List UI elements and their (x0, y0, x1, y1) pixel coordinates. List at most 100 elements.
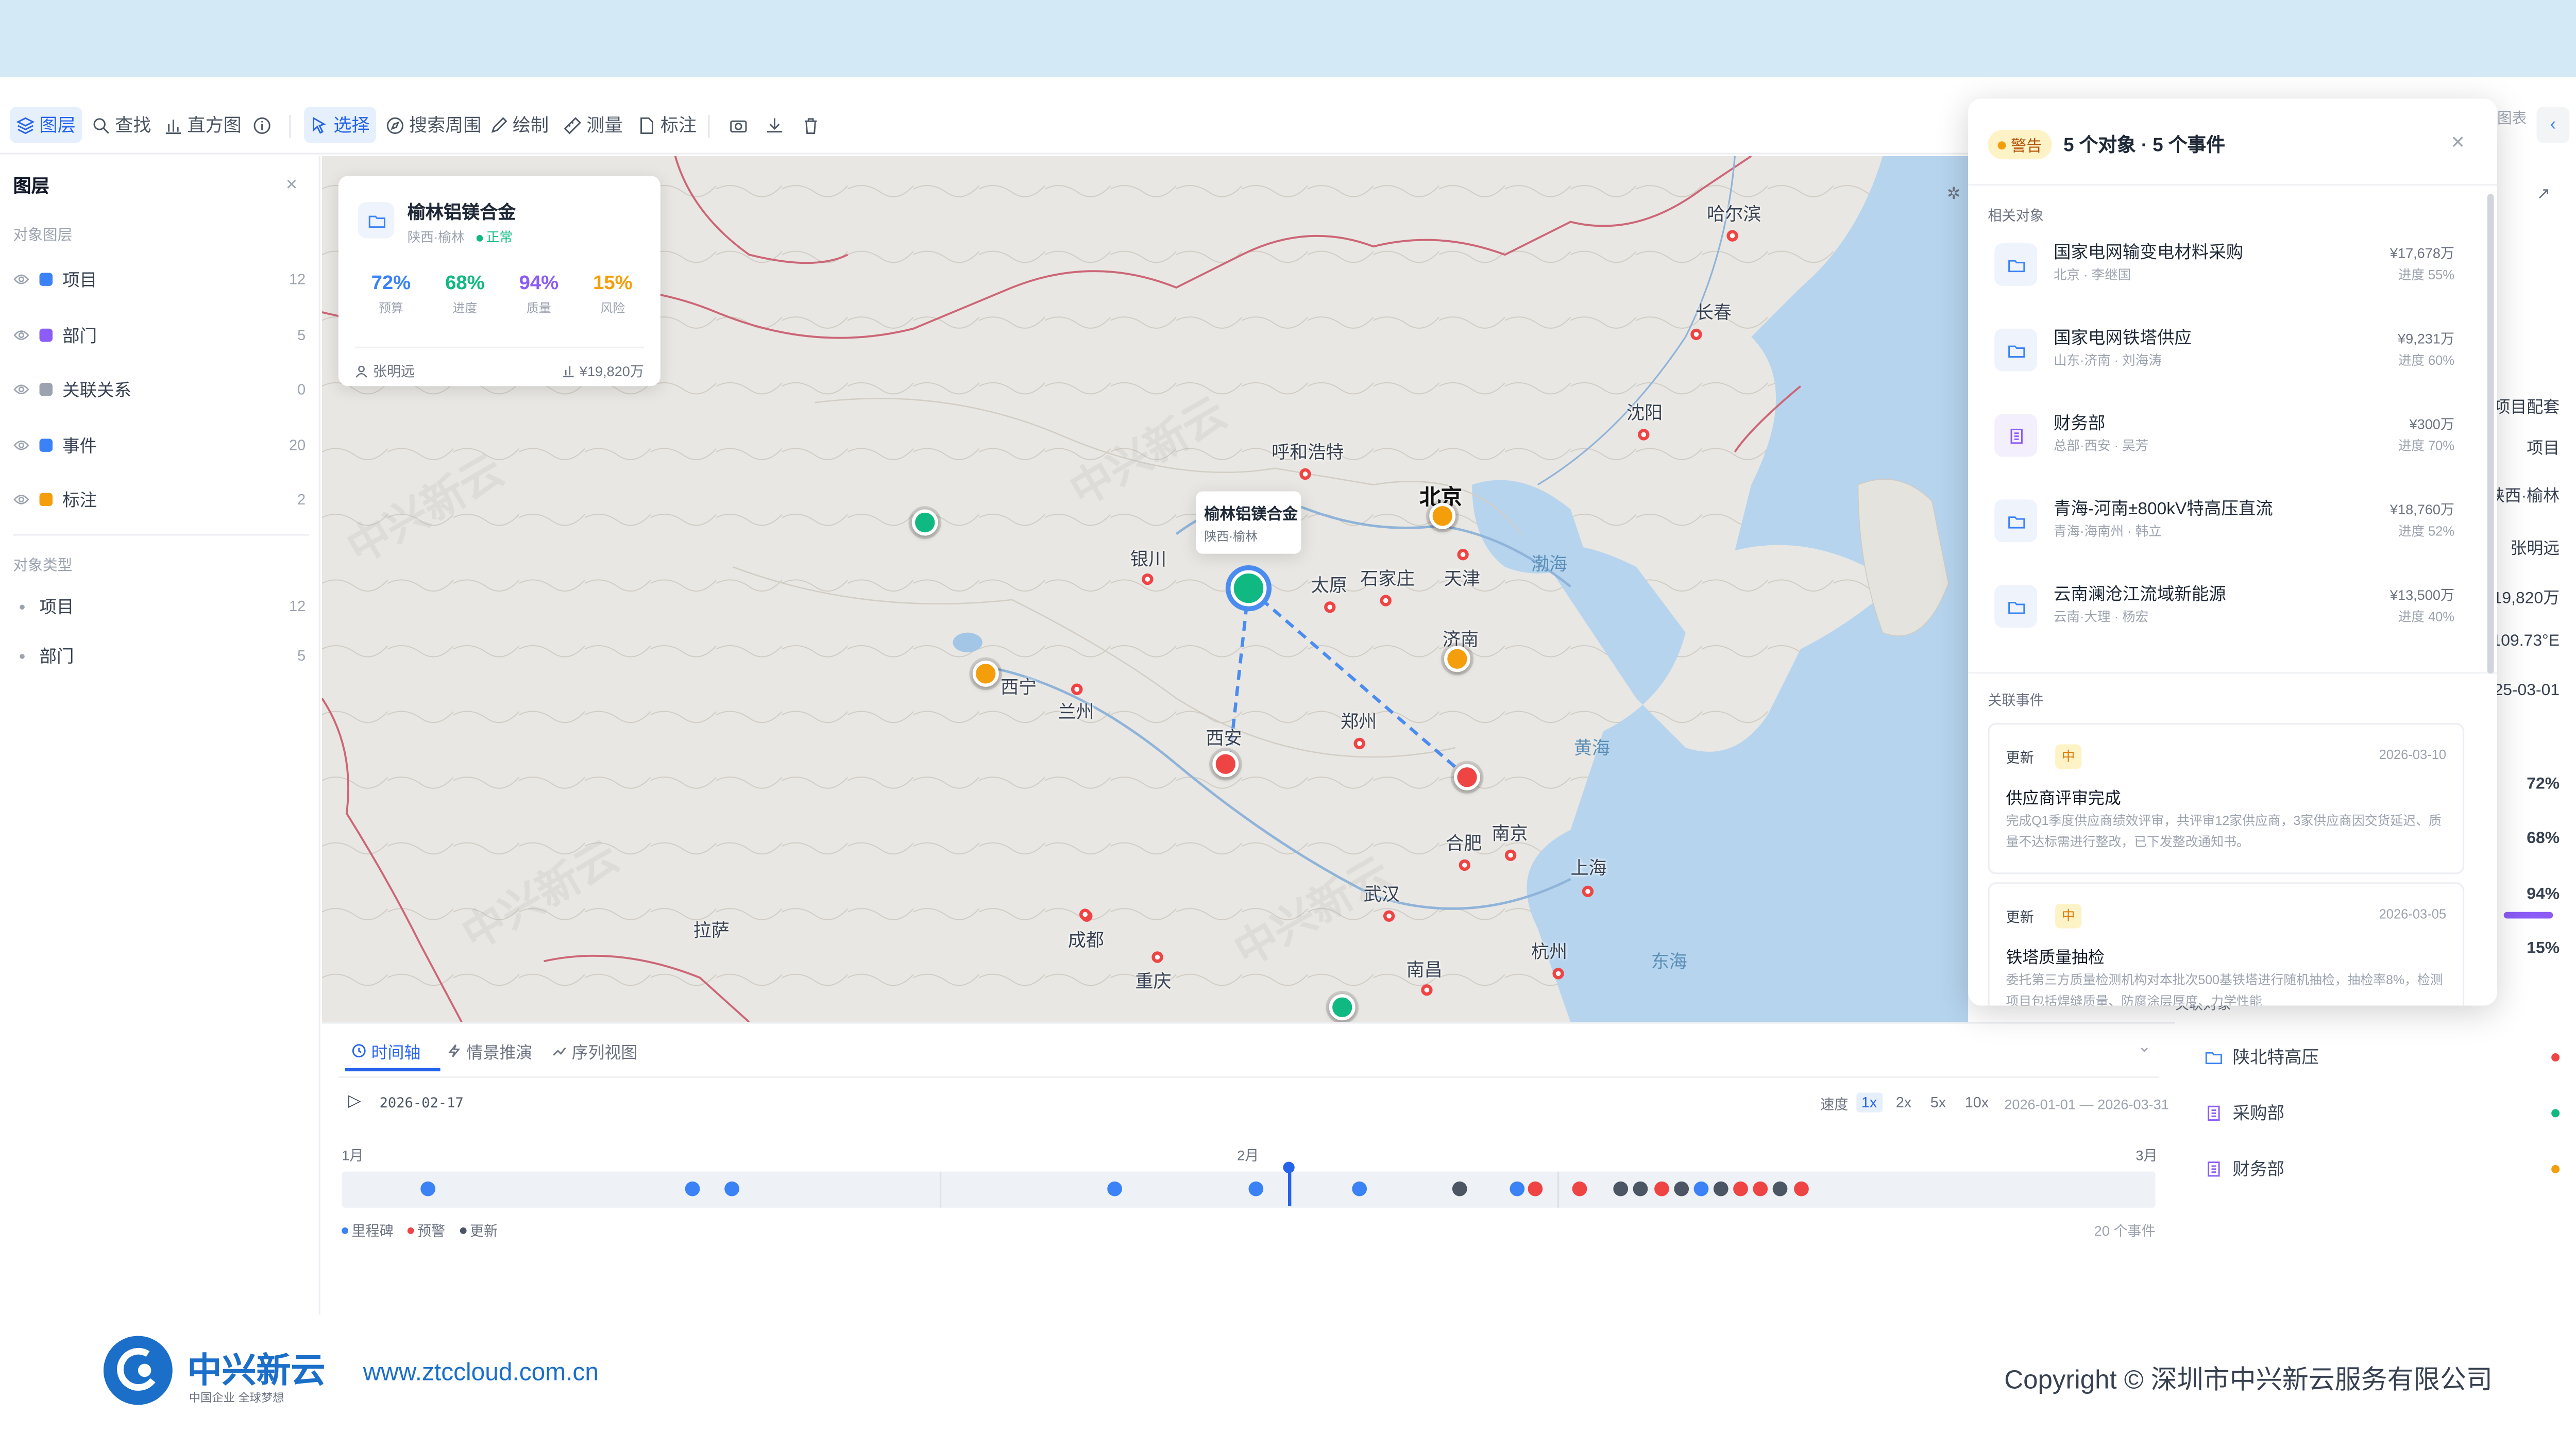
search-around-button[interactable]: 搜索周围 (380, 107, 488, 143)
timeline-event-dot[interactable] (1108, 1181, 1123, 1197)
histogram-tool-button[interactable]: 直方图 (158, 107, 248, 143)
timeline-event-dot[interactable] (685, 1181, 700, 1197)
chevron-down-icon[interactable]: ⌄ (2138, 1038, 2151, 1056)
project-marker[interactable] (1212, 751, 1239, 778)
timeline-event-dot[interactable] (1528, 1181, 1544, 1197)
speed-option-5x[interactable]: 5x (1925, 1093, 1951, 1113)
eye-icon[interactable] (13, 327, 30, 344)
speed-option-10x[interactable]: 10x (1960, 1093, 1993, 1113)
info-button[interactable] (246, 107, 278, 143)
timeline-event-dot[interactable] (1793, 1181, 1808, 1197)
related-object-item[interactable]: 国家电网输变电材料采购 北京 · 李继国 ¥17,678万 进度 55% (1988, 227, 2467, 302)
tab-scenario[interactable]: 情景推演 (447, 1038, 532, 1063)
expand-icon[interactable]: ↗ (2536, 186, 2550, 204)
city-marker[interactable] (1457, 549, 1469, 561)
related-object-item[interactable]: 青海-河南±800kV特高压直流 青海·海南州 · 韩立 ¥18,760万 进度… (1988, 483, 2467, 559)
city-marker[interactable] (1582, 885, 1594, 898)
screenshot-button[interactable] (723, 107, 754, 143)
layer-row-3[interactable]: 事件 20 (13, 430, 306, 460)
project-card[interactable]: 榆林铝镁合金 陕西·榆林 正常 72% 预算 68% 进度 94% 质量 15%… (338, 176, 660, 386)
related-object-item[interactable]: 云南澜沧江流域新能源 云南·大理 · 杨宏 ¥13,500万 进度 40% (1988, 568, 2467, 644)
timeline-event-dot[interactable] (1753, 1181, 1769, 1197)
speed-option-2x[interactable]: 2x (1891, 1093, 1916, 1113)
city-marker[interactable] (1142, 573, 1154, 585)
delete-button[interactable] (795, 107, 826, 143)
sidebar-close-icon[interactable]: × (286, 173, 297, 196)
timeline-event-dot[interactable] (1634, 1181, 1649, 1197)
project-marker[interactable] (972, 660, 999, 687)
city-marker[interactable] (1552, 968, 1564, 980)
timeline-event-dot[interactable] (1733, 1181, 1749, 1197)
project-marker[interactable] (1454, 764, 1481, 790)
timeline-event-dot[interactable] (1773, 1181, 1788, 1197)
project-marker[interactable] (911, 509, 938, 536)
timeline-event-dot[interactable] (1653, 1181, 1669, 1197)
city-marker[interactable] (1324, 601, 1336, 613)
close-icon[interactable]: × (2451, 128, 2465, 155)
play-icon[interactable]: ▷ (348, 1093, 361, 1111)
city-marker[interactable] (1504, 849, 1517, 861)
timeline-event-dot[interactable] (1249, 1181, 1264, 1197)
city-marker[interactable] (1380, 595, 1392, 606)
city-marker[interactable] (1726, 230, 1738, 242)
timeline-event-dot[interactable] (1572, 1181, 1587, 1197)
annotate-tool-button[interactable]: 标注 (631, 107, 703, 143)
related-object-row[interactable]: 财务部 (2205, 1152, 2560, 1185)
timeline-event-dot[interactable] (1713, 1181, 1728, 1197)
city-marker[interactable] (1459, 859, 1470, 871)
popup-scrollbar[interactable] (2487, 194, 2494, 674)
city-marker[interactable] (1690, 328, 1702, 341)
eye-icon[interactable] (13, 437, 30, 453)
select-tool-button[interactable]: 选择 (303, 107, 377, 143)
speed-option-1x[interactable]: 1x (1856, 1092, 1882, 1113)
collapse-panel-button[interactable]: ‹ (2536, 107, 2570, 143)
tab-timeline[interactable]: 时间轴 (351, 1038, 420, 1063)
timeline-event-dot[interactable] (1614, 1181, 1629, 1197)
timeline-track[interactable] (342, 1161, 2156, 1208)
timeline-event-dot[interactable] (1693, 1181, 1708, 1197)
object-type-row-1[interactable]: 部门 5 (13, 641, 306, 670)
related-object-row[interactable]: 陕北特高压 (2205, 1040, 2560, 1073)
city-marker[interactable] (1299, 468, 1311, 480)
draw-tool-button[interactable]: 绘制 (483, 107, 555, 143)
related-object-item[interactable]: 国家电网铁塔供应 山东·济南 · 刘海涛 ¥9,231万 进度 60% (1988, 312, 2467, 388)
playhead-handle[interactable] (1283, 1161, 1295, 1173)
timeline-event-dot[interactable] (725, 1181, 740, 1197)
layer-row-0[interactable]: 项目 12 (13, 264, 306, 294)
related-object-item[interactable]: 财务部 总部·西安 · 吴芳 ¥300万 进度 70% (1988, 398, 2467, 474)
download-button[interactable] (759, 107, 790, 143)
search-tool-button[interactable]: 查找 (86, 107, 158, 143)
timeline-event-dot[interactable] (1452, 1181, 1467, 1197)
city-marker[interactable] (1638, 429, 1650, 441)
layers-tool-button[interactable]: 图层 (10, 107, 82, 143)
timeline-event-dot[interactable] (1352, 1181, 1368, 1197)
map-settings-icon[interactable]: ✲ (1947, 186, 1961, 204)
city-marker[interactable] (1079, 908, 1091, 920)
city-marker[interactable] (1151, 951, 1163, 963)
event-card[interactable]: 更新 中 2026-03-10 供应商评审完成 完成Q1季度供应商绩效评审，共评… (1988, 723, 2465, 874)
city-marker[interactable] (1421, 984, 1433, 996)
tab-sequence[interactable]: 序列视图 (552, 1038, 637, 1063)
project-marker[interactable] (1444, 646, 1470, 672)
object-type-row-0[interactable]: 项目 12 (13, 592, 306, 621)
timeline-event-dot[interactable] (420, 1181, 435, 1197)
layer-row-4[interactable]: 标注 2 (13, 485, 306, 514)
related-object-row[interactable]: 采购部 (2205, 1096, 2560, 1129)
eye-icon[interactable] (13, 491, 30, 508)
selected-project-marker[interactable] (1230, 570, 1267, 606)
layer-row-2[interactable]: 关联关系 0 (13, 375, 306, 404)
event-card[interactable]: 更新 中 2026-03-05 铁塔质量抽检 委托第三方质量检测机构对本批次50… (1988, 882, 2465, 1006)
layer-row-1[interactable]: 部门 5 (13, 321, 306, 350)
measure-tool-button[interactable]: 测量 (557, 107, 629, 143)
city-marker[interactable] (1353, 737, 1365, 750)
timeline-event-dot[interactable] (1510, 1181, 1526, 1197)
project-marker[interactable] (1429, 502, 1456, 529)
eye-icon[interactable] (13, 381, 30, 398)
city-marker[interactable] (1071, 683, 1083, 695)
website-link[interactable]: www.ztccloud.com.cn (363, 1359, 599, 1387)
timeline-event-dot[interactable] (1673, 1181, 1689, 1197)
city-marker[interactable] (1383, 910, 1395, 922)
project-marker[interactable] (1329, 994, 1355, 1021)
map-view[interactable]: 哈尔滨 长春 沈阳 呼和浩特 北京 天津 银川 太原 石家庄 济南 西宁 兰州 西安 郑州 合肥 南京 上海 武汉… (322, 156, 1969, 1022)
eye-icon[interactable] (13, 271, 30, 288)
